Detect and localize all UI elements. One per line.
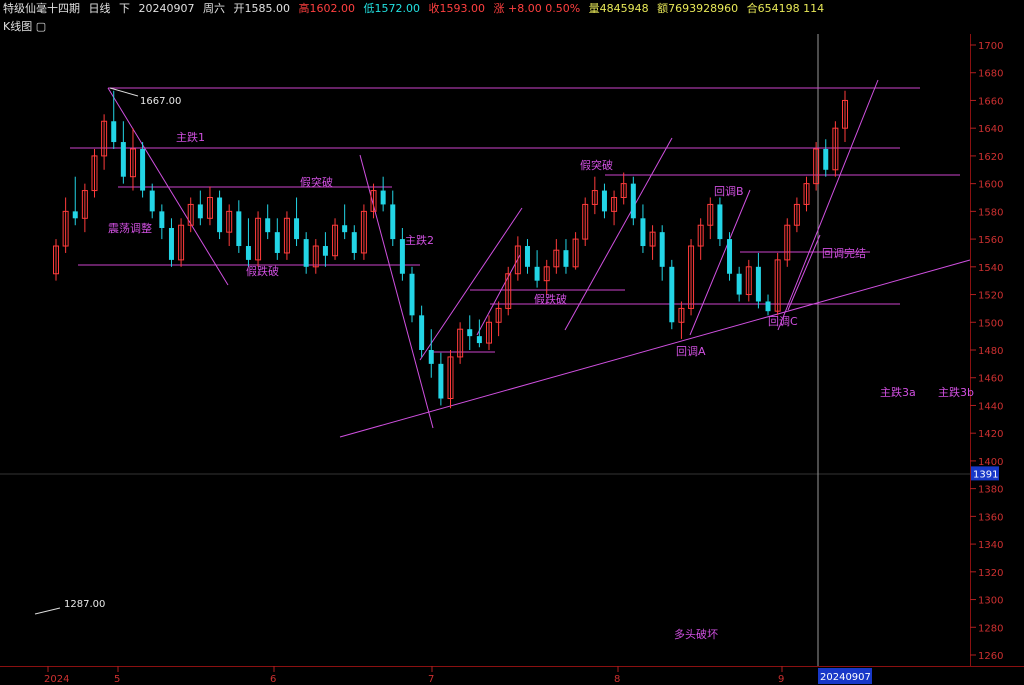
annotation-label: 多头破坏 [674, 627, 718, 641]
candle-body [563, 250, 569, 267]
trend-line [419, 207, 523, 361]
candles [53, 90, 848, 409]
candlestick-chart[interactable]: 1260 1280 1300 1320 1340 1360 1380 1400 1420 1440… [0, 0, 1024, 685]
low-price-label: 1287.00 [64, 599, 105, 610]
annotation-label: 回调完结 [822, 246, 866, 260]
candle-body [601, 190, 607, 212]
time-axis: 2024 5 6 7 8 9 20240907 [44, 34, 872, 685]
candle-body [467, 329, 473, 337]
candle-body [245, 246, 251, 260]
candle-body [236, 211, 242, 247]
y-tick-label: 1340 [978, 540, 1003, 551]
y-tick-label: 1300 [978, 596, 1003, 607]
candle-body [294, 218, 300, 240]
candle-body [265, 218, 271, 233]
candle-body [640, 218, 646, 247]
candle-body [111, 121, 117, 143]
candle-body [303, 239, 309, 267]
candle-body [765, 301, 771, 312]
candle-body [168, 228, 174, 260]
y-tick-label: 1660 [978, 96, 1003, 107]
annotation-label: 主跌1 [176, 130, 205, 144]
y-tick-label: 1400 [978, 457, 1003, 468]
annotation-label: 假突破 [300, 175, 333, 189]
x-tick-label: 2024 [44, 674, 69, 685]
low-pointer [34, 607, 61, 615]
y-tick-label: 1540 [978, 263, 1003, 274]
drawn-lines [34, 79, 971, 615]
candle-body [149, 190, 155, 212]
annotation-label: 假跌破 [534, 292, 567, 306]
candle-body [419, 315, 425, 350]
y-tick-label: 1640 [978, 124, 1003, 135]
annotation-label: 假跌破 [246, 264, 279, 278]
candle-body [524, 246, 530, 267]
candle-body [669, 266, 675, 323]
candle-body [823, 148, 829, 170]
annotation-label: 回调B [714, 185, 744, 198]
annotation-label: 主跌2 [405, 233, 434, 247]
y-tick-label: 1360 [978, 512, 1003, 523]
candle-body [428, 350, 434, 364]
trend-line [339, 259, 971, 438]
y-tick-label: 1700 [978, 41, 1003, 52]
y-tick-label: 1380 [978, 485, 1003, 496]
y-tick-label: 1480 [978, 346, 1003, 357]
candle-body [342, 225, 348, 233]
cursor-date-label: 20240907 [820, 672, 871, 683]
candle-body [380, 190, 386, 205]
candle-body [727, 239, 733, 274]
x-tick-label: 7 [428, 674, 434, 685]
x-tick-label: 5 [114, 674, 120, 685]
y-tick-label: 1420 [978, 429, 1003, 440]
annotation-label: 主跌3a [880, 385, 916, 399]
candle-body [390, 204, 396, 240]
annotation-label: 主跌3b [938, 385, 974, 399]
y-tick-label: 1620 [978, 152, 1003, 163]
candle-body [322, 246, 328, 256]
x-tick-label: 9 [778, 674, 784, 685]
price-marker-label: 1391 [973, 469, 998, 480]
x-tick-label: 8 [614, 674, 620, 685]
candle-body [274, 232, 280, 253]
candle-body [755, 266, 761, 302]
candle-body [197, 204, 203, 219]
y-tick-label: 1580 [978, 207, 1003, 218]
y-tick-label: 1260 [978, 651, 1003, 662]
annotation-label: 假突破 [580, 158, 613, 172]
y-tick-label: 1560 [978, 235, 1003, 246]
candle-body [534, 266, 540, 281]
candle-body [72, 211, 78, 219]
trend-line [777, 79, 879, 331]
y-tick-label: 1460 [978, 374, 1003, 385]
candle-body [438, 363, 444, 399]
y-tick-label: 1280 [978, 623, 1003, 634]
annotation-label: 回调A [676, 345, 706, 358]
y-tick-label: 1440 [978, 401, 1003, 412]
y-tick-label: 1320 [978, 568, 1003, 579]
candle-body [717, 204, 723, 240]
x-tick-label: 6 [270, 674, 276, 685]
y-tick-label: 1600 [978, 180, 1003, 191]
candle-body [140, 148, 146, 191]
annotation-label: 震荡调整 [108, 221, 152, 235]
candle-body [217, 197, 223, 233]
y-tick-label: 1520 [978, 291, 1003, 302]
candle-body [351, 232, 357, 253]
trend-line [787, 234, 821, 311]
candle-body [409, 273, 415, 316]
high-price-label: 1667.00 [140, 96, 181, 107]
candle-body [120, 142, 126, 177]
candle-body [476, 336, 482, 344]
price-axis: 1260 1280 1300 1320 1340 1360 1380 1400 1420 1440… [0, 41, 1003, 662]
y-tick-label: 1500 [978, 318, 1003, 329]
candle-body [736, 273, 742, 295]
y-tick-label: 1680 [978, 69, 1003, 80]
candle-body [159, 211, 165, 228]
annotation-label: 回调C [768, 315, 798, 328]
bottom-axis-border [0, 666, 1024, 667]
annotation-labels: 1667.00 1287.00 主跌1 震荡调整假跌破 假突破主跌2 假跌破 假突破回调A 回… [64, 96, 974, 641]
candle-body [659, 232, 665, 267]
candle-body [630, 183, 636, 219]
